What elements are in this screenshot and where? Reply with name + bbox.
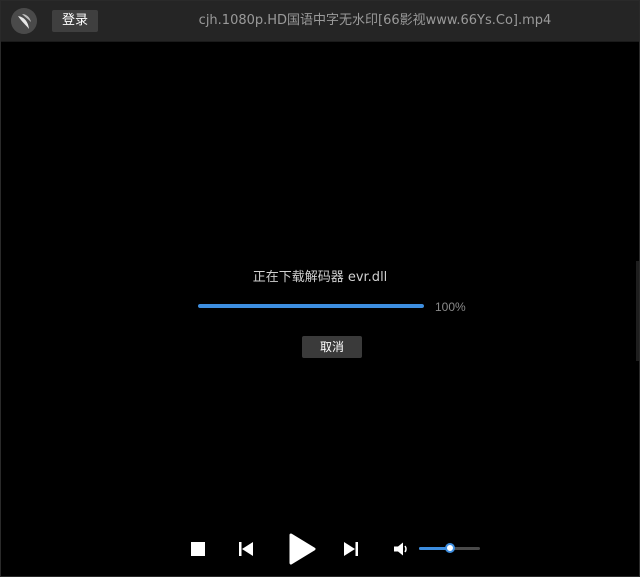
app-logo-icon[interactable]: [11, 8, 37, 34]
download-progress-fill: [198, 304, 424, 308]
play-icon: [289, 533, 316, 565]
next-button[interactable]: [343, 541, 359, 557]
stop-icon: [191, 542, 205, 556]
stop-button[interactable]: [191, 542, 205, 556]
previous-button[interactable]: [238, 541, 254, 557]
player-window: 登录 cjh.1080p.HD国语中字无水印[66影视www.66Ys.Co].…: [0, 0, 640, 577]
volume-icon: [394, 542, 407, 556]
cancel-button[interactable]: 取消: [302, 336, 362, 358]
volume-slider[interactable]: [419, 543, 480, 553]
volume-slider-handle[interactable]: [444, 543, 455, 553]
volume-button[interactable]: [394, 542, 410, 556]
next-icon: [344, 542, 358, 556]
download-message: 正在下载解码器 evr.dll: [252, 270, 388, 285]
play-button[interactable]: [288, 533, 316, 565]
download-progress-percent: 100%: [435, 300, 466, 314]
previous-icon: [239, 542, 253, 556]
download-progress-bar: [198, 304, 424, 308]
file-title: cjh.1080p.HD国语中字无水印[66影视www.66Ys.Co].mp4: [198, 13, 552, 28]
title-bar: 登录 cjh.1080p.HD国语中字无水印[66影视www.66Ys.Co].…: [1, 1, 639, 42]
login-button[interactable]: 登录: [52, 10, 98, 32]
